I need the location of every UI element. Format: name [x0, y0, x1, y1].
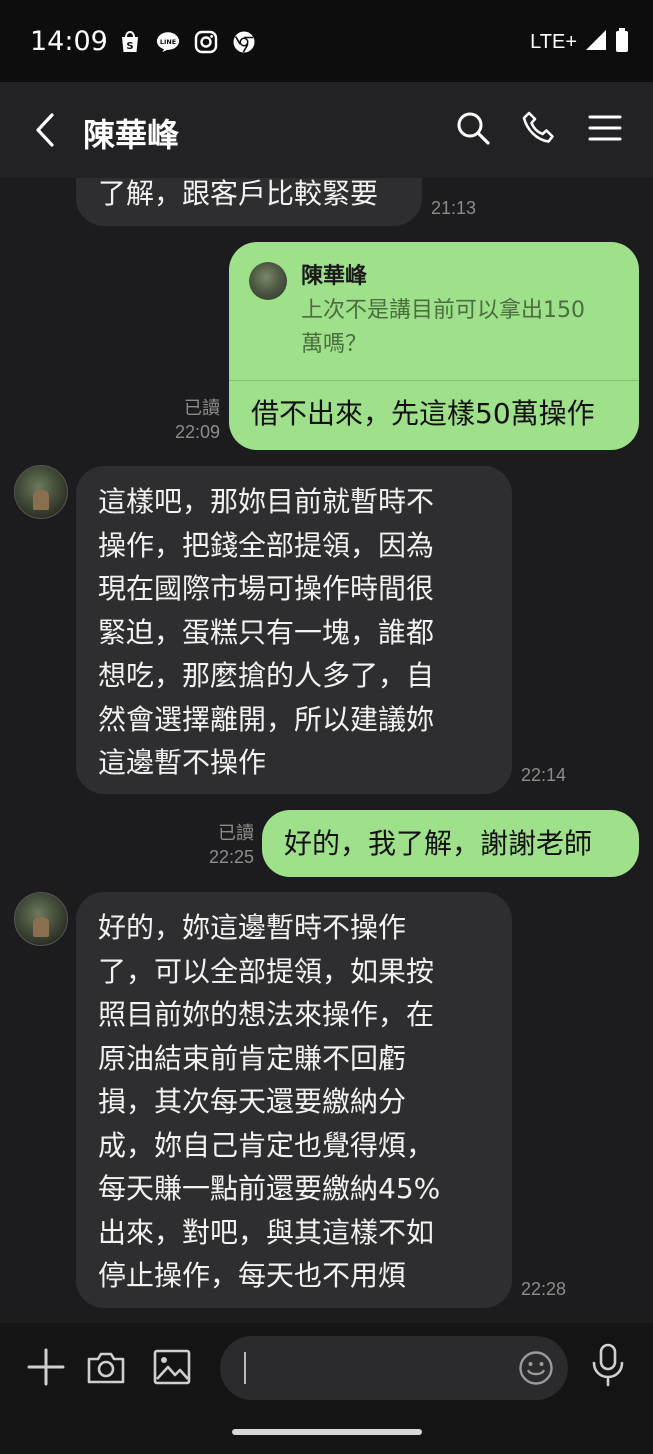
chat-header: 陳華峰 [0, 82, 653, 178]
message-bubble-outgoing[interactable]: 陳華峰 上次不是講目前可以拿出150 萬嗎？ 借不出來，先這樣50萬操作 [229, 242, 639, 450]
message-bubble-incoming[interactable]: 了解，跟客戶比較緊要 [76, 178, 422, 226]
signal-icon [585, 29, 607, 55]
chrome-icon [232, 30, 256, 54]
battery-icon [615, 28, 629, 56]
message-time: 22:25 [208, 847, 254, 867]
message-line: 了解，跟客戶比較緊要 [98, 178, 379, 210]
message-line: 了，可以全部提領，如果按 [98, 954, 435, 988]
status-time: 14:09 [30, 26, 108, 57]
line-icon: LINE [156, 30, 180, 54]
home-indicator[interactable] [232, 1429, 422, 1435]
instagram-icon [194, 30, 218, 54]
message-line: 緊迫，蛋糕只有一塊，誰都 [98, 615, 435, 649]
microphone-icon[interactable] [590, 1343, 630, 1387]
avatar [249, 262, 287, 300]
network-label: LTE+ [530, 30, 577, 53]
notification-icons: S LINE [118, 30, 256, 54]
plus-icon[interactable] [26, 1347, 66, 1387]
read-receipt: 已讀 22:25 [200, 819, 254, 868]
status-right: LTE+ [530, 28, 629, 56]
camera-icon[interactable] [86, 1347, 126, 1387]
image-icon[interactable] [152, 1347, 192, 1387]
message-line: 出來，對吧，與其這樣不如 [98, 1215, 435, 1249]
message-line: 原油結束前肯定賺不回虧 [98, 1041, 407, 1075]
message-line: 好的，妳這邊暫時不操作 [98, 911, 407, 944]
message-time: 22:28 [521, 1279, 567, 1299]
message-line: 這邊暫不操作 [98, 746, 267, 779]
phone-icon[interactable] [521, 110, 557, 146]
message-time: 22:14 [521, 765, 567, 785]
chat-title[interactable]: 陳華峰 [83, 110, 179, 156]
read-receipt: 已讀 22:09 [168, 394, 220, 443]
status-bar: 14:09 S LINE LTE+ [0, 0, 653, 82]
text-caret [244, 1352, 246, 1384]
message-time: 22:09 [174, 422, 220, 442]
svg-text:LINE: LINE [160, 38, 176, 46]
message-line: 然會選擇離開，所以建議妳 [98, 702, 435, 736]
message-input[interactable] [220, 1336, 568, 1400]
read-label: 已讀 [184, 398, 220, 419]
message-line: 停止操作，每天也不用煩 [98, 1259, 407, 1292]
message-bubble-incoming[interactable]: 好的，妳這邊暫時不操作 了，可以全部提領，如果按 照目前妳的想法來操作，在 原油… [76, 892, 512, 1308]
shopee-icon: S [118, 30, 142, 54]
message-line: 每天賺一點前還要繳納45% [98, 1172, 441, 1205]
message-bubble-outgoing[interactable]: 好的，我了解，謝謝老師 [262, 810, 639, 877]
message-line: 想吃，那麼搶的人多了，自 [98, 659, 435, 692]
avatar[interactable] [14, 892, 68, 946]
message-line: 照目前妳的想法來操作，在 [98, 998, 435, 1031]
reply-text-line: 上次不是講目前可以拿出150 [301, 298, 585, 323]
back-icon[interactable] [30, 112, 60, 148]
menu-icon[interactable] [587, 110, 623, 146]
message-line: 好的，我了解，謝謝老師 [284, 827, 593, 860]
input-bar [0, 1323, 653, 1454]
message-line: 損，其次每天還要繳納分 [98, 1085, 407, 1118]
message-line: 這樣吧，那妳目前就暫時不 [98, 485, 435, 518]
svg-text:S: S [126, 41, 133, 52]
chat-area[interactable]: 了解，跟客戶比較緊要 21:13 陳華峰 上次不是講目前可以拿出150 萬嗎？ … [0, 178, 653, 1323]
emoji-icon[interactable] [518, 1350, 554, 1386]
reply-quote[interactable]: 陳華峰 上次不是講目前可以拿出150 萬嗎？ [229, 242, 639, 381]
message-time: 21:13 [431, 198, 477, 218]
message-line: 借不出來，先這樣50萬操作 [251, 397, 595, 430]
search-icon[interactable] [455, 110, 491, 146]
message-bubble-incoming[interactable]: 這樣吧，那妳目前就暫時不 操作，把錢全部提領，因為 現在國際市場可操作時間很 緊… [76, 466, 512, 794]
message-line: 操作，把錢全部提領，因為 [98, 528, 435, 562]
message-line: 成，妳自己肯定也覺得煩， [98, 1128, 435, 1162]
reply-text-line: 萬嗎？ [301, 332, 368, 357]
message-line: 現在國際市場可操作時間很 [98, 572, 435, 605]
avatar[interactable] [14, 465, 68, 519]
read-label: 已讀 [218, 823, 254, 844]
reply-author: 陳華峰 [301, 264, 368, 289]
